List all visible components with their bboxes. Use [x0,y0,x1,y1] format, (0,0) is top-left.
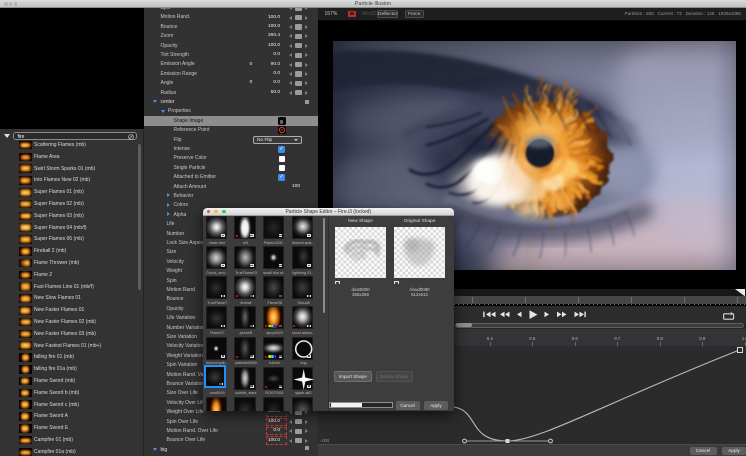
svg-text:-100: -100 [320,438,330,443]
